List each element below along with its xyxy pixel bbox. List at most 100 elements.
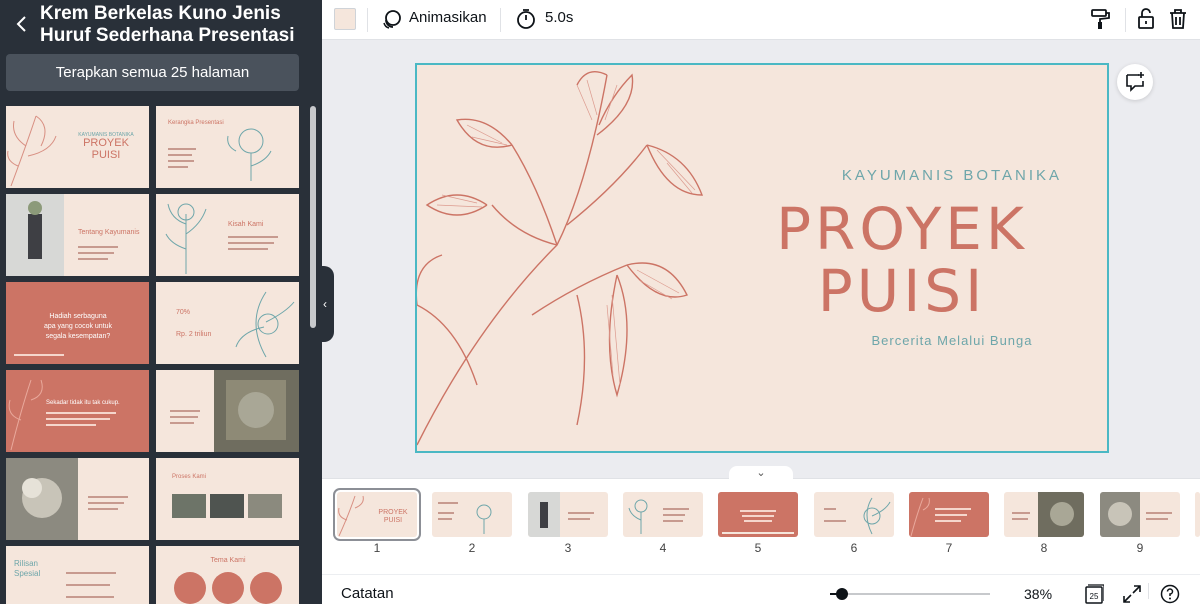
- zoom-slider[interactable]: [830, 588, 990, 600]
- timer-icon[interactable]: [514, 7, 538, 31]
- thumb-art: 70% Rp. 2 triliun: [176, 291, 295, 358]
- trash-icon[interactable]: [1166, 7, 1190, 31]
- page-number: 8: [1040, 541, 1048, 555]
- thumb-heading: Tema Kami: [210, 557, 245, 564]
- slide-title-line: PROYEK: [776, 195, 1028, 263]
- editor-app: Krem Berkelas Kuno Jenis Huruf Sederhana…: [0, 0, 1200, 604]
- page-thumb-2[interactable]: [432, 492, 512, 537]
- chevron-down-icon: ⌄: [756, 467, 766, 479]
- page-grid-icon[interactable]: 25: [1084, 584, 1104, 604]
- animate-icon[interactable]: [380, 7, 404, 31]
- template-thumb[interactable]: Hadiah serbaguna apa yang cocok untuk se…: [6, 282, 149, 364]
- page-thumb-title: PUISI: [384, 517, 402, 524]
- thumb-art: [170, 370, 299, 452]
- page-thumb-art: [910, 497, 971, 537]
- thumb-art: [6, 458, 128, 540]
- thumb-art: Hadiah serbaguna apa yang cocok untuk se…: [14, 313, 113, 356]
- thumb-art: KAYUMANIS BOTANIKA PROYEK PUISI: [7, 115, 134, 187]
- footer-bar: Catatan 38% 25: [322, 574, 1200, 604]
- apply-all-pages-button[interactable]: Terapkan semua 25 halaman: [6, 54, 299, 91]
- thumb-title: PUISI: [92, 149, 121, 161]
- background-color-swatch[interactable]: [334, 8, 356, 30]
- thumb-heading: Sekadar tidak itu tak cukup.: [46, 400, 120, 406]
- page-number: 9: [1136, 541, 1144, 555]
- page-thumb-1[interactable]: PROYEK PUISI: [333, 488, 421, 541]
- thumb-art: Sekadar tidak itu tak cukup.: [8, 379, 120, 451]
- slide-kicker[interactable]: KAYUMANIS BOTANIKA: [797, 167, 1107, 184]
- zoom-slider-handle[interactable]: [836, 588, 849, 600]
- template-thumb[interactable]: Sekadar tidak itu tak cukup.: [6, 370, 149, 452]
- toolbar-divider: [367, 8, 368, 32]
- notes-button[interactable]: Catatan: [341, 585, 394, 602]
- toggle-page-strip[interactable]: ⌄: [729, 466, 793, 480]
- template-thumb[interactable]: Rilisan Spesial: [6, 546, 149, 604]
- page-thumb-art: [1012, 492, 1084, 537]
- template-panel: Krem Berkelas Kuno Jenis Huruf Sederhana…: [0, 0, 322, 604]
- template-thumb[interactable]: [156, 370, 299, 452]
- page-thumb-6[interactable]: [814, 492, 894, 537]
- slide-title[interactable]: PROYEK PUISI: [757, 198, 1047, 322]
- help-icon[interactable]: [1160, 584, 1180, 604]
- thumb-art: Kisah Kami: [165, 203, 278, 274]
- page-thumb-art: [438, 502, 492, 534]
- top-toolbar: Animasikan 5.0s: [322, 0, 1200, 40]
- thumb-art: Kerangka Presentasi: [168, 120, 272, 181]
- unlock-icon[interactable]: [1134, 7, 1158, 31]
- page-thumb-title: PROYEK: [378, 509, 408, 516]
- page-thumb-7[interactable]: [909, 492, 989, 537]
- zoom-value[interactable]: 38%: [1024, 586, 1052, 602]
- template-thumb[interactable]: Tentang Kayumanis: [6, 194, 149, 276]
- thumb-art: Rilisan Spesial: [14, 559, 116, 598]
- slide-title-line: PUISI: [817, 257, 987, 325]
- thumb-heading: Kisah Kami: [228, 221, 264, 228]
- slide-canvas[interactable]: KAYUMANIS BOTANIKA PROYEK PUISI Bercerit…: [415, 63, 1109, 453]
- page-thumb-4[interactable]: [623, 492, 703, 537]
- template-thumb[interactable]: Kerangka Presentasi: [156, 106, 299, 188]
- page-number: 1: [373, 541, 381, 555]
- page-thumb-art: [628, 499, 689, 534]
- thumb-heading: Rilisan: [14, 559, 38, 568]
- fullscreen-icon[interactable]: [1122, 584, 1142, 604]
- animate-button[interactable]: Animasikan: [409, 9, 487, 26]
- page-count: 25: [1090, 592, 1099, 601]
- template-thumb[interactable]: KAYUMANIS BOTANIKA PROYEK PUISI: [6, 106, 149, 188]
- collapse-panel-button[interactable]: ‹: [316, 266, 334, 342]
- thumb-art: Tema Kami: [174, 557, 282, 604]
- thumb-art: Tentang Kayumanis: [6, 194, 140, 276]
- page-thumb-9[interactable]: [1100, 492, 1180, 537]
- thumb-art: Proses Kami: [172, 474, 282, 518]
- page-thumb-5[interactable]: [718, 492, 798, 537]
- thumb-heading: Kerangka Presentasi: [168, 120, 224, 126]
- duration-value[interactable]: 5.0s: [545, 9, 573, 26]
- page-number: 6: [850, 541, 858, 555]
- page-thumb-art: [824, 497, 891, 535]
- template-thumb[interactable]: Tema Kami: [156, 546, 299, 604]
- page-thumb-3[interactable]: [528, 492, 608, 537]
- back-icon[interactable]: [10, 12, 34, 36]
- thumb-heading: Rp. 2 triliun: [176, 331, 212, 338]
- page-thumb-art: [1100, 492, 1172, 537]
- thumb-heading: Proses Kami: [172, 474, 206, 480]
- page-thumb-art: [722, 510, 794, 534]
- slide-subtitle[interactable]: Bercerita Melalui Bunga: [797, 333, 1107, 348]
- page-thumb-art: [528, 492, 594, 537]
- page-number: 3: [564, 541, 572, 555]
- page-number: 7: [945, 541, 953, 555]
- add-comment-button[interactable]: [1117, 64, 1153, 100]
- template-thumb[interactable]: Proses Kami: [156, 458, 299, 540]
- page-number: 2: [468, 541, 476, 555]
- toolbar-divider: [500, 8, 501, 32]
- thumb-heading: 70%: [176, 309, 190, 316]
- thumb-heading: Tentang Kayumanis: [78, 229, 140, 236]
- thumb-heading: segala kesempatan?: [46, 333, 111, 340]
- paint-roller-icon[interactable]: [1088, 7, 1112, 31]
- page-thumb-partial[interactable]: [1195, 492, 1200, 537]
- template-thumb[interactable]: 70% Rp. 2 triliun: [156, 282, 299, 364]
- thumb-heading: apa yang cocok untuk: [44, 323, 113, 330]
- template-title: Krem Berkelas Kuno Jenis Huruf Sederhana…: [40, 3, 295, 46]
- comment-plus-icon: [1126, 72, 1144, 92]
- template-thumb[interactable]: Kisah Kami: [156, 194, 299, 276]
- page-thumb-8[interactable]: [1004, 492, 1084, 537]
- template-thumb[interactable]: [6, 458, 149, 540]
- thumb-heading: Spesial: [14, 569, 40, 578]
